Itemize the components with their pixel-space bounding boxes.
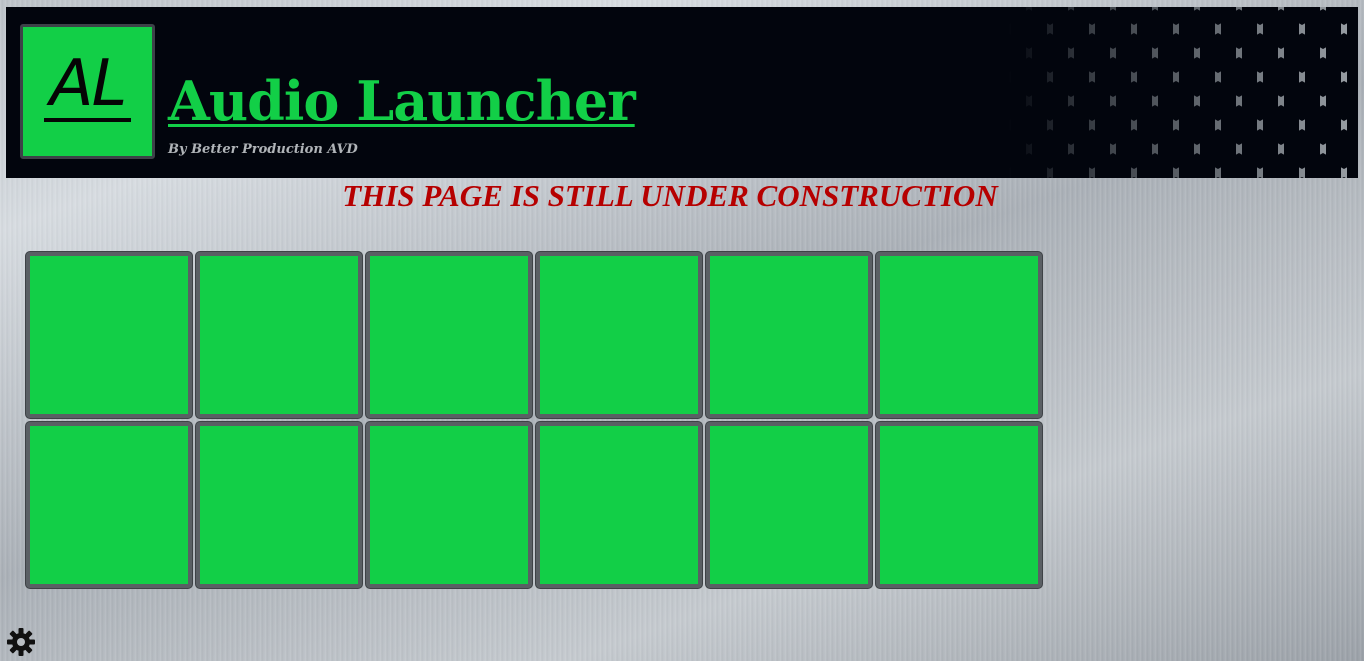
gear-icon[interactable] bbox=[5, 626, 37, 658]
app-logo: AL bbox=[20, 24, 155, 159]
launcher-pad[interactable] bbox=[536, 252, 702, 418]
hexagon-pattern bbox=[1008, 7, 1358, 178]
logo-text: AL bbox=[43, 52, 132, 122]
app-subtitle: By Better Production AVD bbox=[168, 142, 358, 157]
launcher-pad[interactable] bbox=[26, 422, 192, 588]
launcher-pad[interactable] bbox=[366, 422, 532, 588]
app-title[interactable]: Audio Launcher bbox=[168, 71, 636, 131]
construction-notice: THIS PAGE IS STILL UNDER CONSTRUCTION bbox=[342, 178, 998, 213]
header-banner: AL Audio Launcher By Better Production A… bbox=[6, 7, 1358, 178]
launcher-pad[interactable] bbox=[876, 422, 1042, 588]
launcher-pad[interactable] bbox=[366, 252, 532, 418]
launcher-pad[interactable] bbox=[536, 422, 702, 588]
launcher-pad[interactable] bbox=[706, 252, 872, 418]
launcher-grid bbox=[26, 252, 1042, 588]
launcher-pad[interactable] bbox=[196, 252, 362, 418]
launcher-pad[interactable] bbox=[876, 252, 1042, 418]
launcher-pad[interactable] bbox=[196, 422, 362, 588]
launcher-pad[interactable] bbox=[706, 422, 872, 588]
launcher-pad[interactable] bbox=[26, 252, 192, 418]
